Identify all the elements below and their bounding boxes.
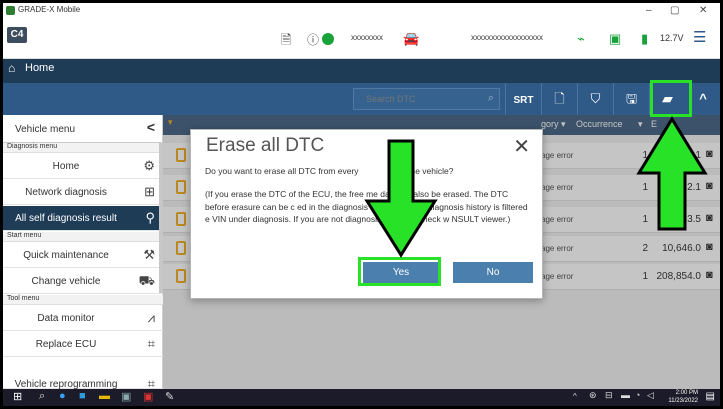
menu-item-vehicle-reprogramming[interactable]: Vehicle reprogramming ⌗ (3, 358, 163, 391)
vehicle-menu-title: Vehicle menu (15, 124, 76, 135)
menu-item-change-vehicle[interactable]: Change vehicle ⛟ (3, 269, 163, 294)
volume-icon[interactable]: ◁ (647, 390, 654, 401)
power-status-icon (322, 33, 334, 45)
dialog-title: Erase all DTC (206, 135, 325, 156)
app-window: GRADE-X Mobile – ▢ ✕ C4 🗎 ⓘ xxxxxxxx 🚘 x… (3, 3, 720, 406)
save-icon: 🖫 (625, 91, 638, 106)
app-taskbar-icon[interactable]: ▣ (143, 390, 153, 403)
search-dtc-box[interactable]: ⌕ (353, 88, 500, 110)
clock-date: 11/23/2022 (668, 398, 698, 404)
section-header-start: Start menu (3, 232, 163, 242)
windows-taskbar: ⊞ ⌕ ● ■ ▬ ▣ ▣ ✎ ^ ⊛ ⊟ ▬ ◔ ◁ 2:00 PM 11/2… (3, 389, 720, 406)
browser-icon[interactable]: ● (59, 390, 66, 402)
menu-item-label: Home (52, 161, 80, 172)
srt-button[interactable]: SRT (505, 83, 541, 115)
document-icon: 🗋 (554, 91, 565, 106)
filter-button[interactable]: ⛉ (577, 83, 613, 115)
menu-item-data-monitor[interactable]: Data monitor ⩘ (3, 306, 163, 331)
c4-taskbar-icon[interactable]: ▣ (121, 390, 131, 403)
chevron-left-icon[interactable]: < (147, 119, 155, 135)
car-icon: 🚘 (403, 31, 420, 46)
menu-item-label: Network diagnosis (25, 187, 107, 198)
menu-item-quick-maintenance[interactable]: Quick maintenance ⚒ (3, 243, 163, 268)
filter-icon: ⛉ (590, 91, 601, 106)
clock-time: 2:00 PM (675, 390, 698, 396)
menu-item-label: Change vehicle (31, 276, 101, 287)
store-icon[interactable]: ■ (79, 390, 86, 402)
pen-icon[interactable]: ✎ (165, 390, 174, 403)
action-bar: ⌕ SRT 🗋 ⛉ 🖫 ▰ ^ (3, 83, 720, 115)
car-icon: ⛟ (138, 273, 155, 288)
section-header-diagnosis: Diagnosis menu (3, 143, 163, 153)
srt-label: SRT (513, 95, 534, 106)
wrench-icon: ⚒ (143, 247, 155, 262)
vehicle-connect-icon: ▣ (609, 31, 622, 46)
app-logo-icon (6, 6, 15, 15)
home-icon[interactable]: ⌂ (8, 61, 15, 75)
dialog-question: Do you want to erase all DTC from every … (205, 166, 454, 176)
dialog-note: (If you erase the DTC of the ECU, the fr… (205, 189, 528, 224)
page-icon[interactable]: 🗎 (281, 31, 291, 53)
search-dtc-input[interactable] (354, 89, 474, 109)
hamburger-menu-icon[interactable]: ☰ (693, 28, 706, 46)
vehicle-menu-header: Vehicle menu < (3, 115, 163, 143)
status-icon: ⓘ (307, 33, 320, 47)
windows-start-icon[interactable]: ⊞ (13, 390, 22, 403)
menu-item-network-diagnosis[interactable]: Network diagnosis ⊞ (3, 180, 163, 205)
menu-item-all-self-diagnosis[interactable]: All self diagnosis result ⚲ (3, 206, 163, 231)
minimize-button[interactable]: – (646, 5, 652, 16)
tray-chevron-icon[interactable]: ^ (573, 392, 577, 401)
network-icon: ⊞ (144, 184, 155, 199)
section-header-tool: Tool menu (3, 295, 163, 305)
masked-field-1: xxxxxxxx (351, 33, 383, 42)
taskbar-clock[interactable]: 2:00 PM 11/23/2022 (668, 389, 698, 405)
search-icon[interactable]: ⌕ (39, 390, 45, 403)
report-button[interactable]: 🗋 (541, 83, 577, 115)
eraser-highlight-frame (650, 80, 692, 117)
title-bar: GRADE-X Mobile – ▢ ✕ (3, 3, 720, 25)
search-icon[interactable]: ⌕ (488, 92, 494, 105)
home-label[interactable]: Home (25, 62, 54, 74)
tray-icon[interactable]: ⊛ (589, 390, 597, 401)
maximize-button[interactable]: ▢ (670, 5, 679, 16)
home-bar: ⌂ Home (3, 59, 720, 83)
menu-item-replace-ecu[interactable]: Replace ECU ⌗ (3, 332, 163, 357)
menu-item-label: Replace ECU (35, 339, 97, 350)
top-toolbar: C4 🗎 ⓘ xxxxxxxx 🚘 xxxxxxxxxxxxxxxxxx ⌁ ▣… (3, 25, 720, 59)
no-button[interactable]: No (453, 262, 533, 283)
close-window-button[interactable]: ✕ (699, 5, 707, 16)
menu-item-label: All self diagnosis result (15, 213, 117, 224)
close-icon[interactable]: ✕ (513, 134, 530, 159)
battery-icon: ▮ (641, 31, 649, 46)
vehicle-menu-panel: Vehicle menu < Diagnosis menu Home ⚙ Net… (3, 115, 163, 391)
menu-item-home[interactable]: Home ⚙ (3, 154, 163, 179)
save-button[interactable]: 🖫 (613, 83, 649, 115)
folder-icon[interactable]: ▬ (99, 390, 110, 402)
c4-logo: C4 (7, 27, 27, 43)
masked-field-2: xxxxxxxxxxxxxxxxxx (471, 33, 543, 42)
menu-item-label: Quick maintenance (23, 250, 109, 261)
car-search-icon: ⚲ (145, 210, 155, 225)
menu-item-label: Data monitor (37, 313, 95, 324)
monitor-icon: ⩘ (147, 310, 155, 325)
gear-icon: ⚙ (143, 158, 155, 173)
battery-tray-icon[interactable]: ▬ (621, 390, 630, 400)
signal-icon: ⌁ (577, 31, 585, 46)
notification-icon[interactable]: ▤ (706, 391, 715, 402)
tray-icon[interactable]: ⊟ (605, 390, 613, 401)
chip-icon: ⌗ (147, 336, 155, 351)
voltage-readout: 12.7V (660, 33, 684, 43)
chevron-up-icon: ^ (699, 91, 707, 106)
window-title: GRADE-X Mobile (18, 5, 81, 14)
yes-highlight-frame (358, 257, 441, 286)
wifi-icon[interactable]: ◔ (635, 390, 640, 400)
